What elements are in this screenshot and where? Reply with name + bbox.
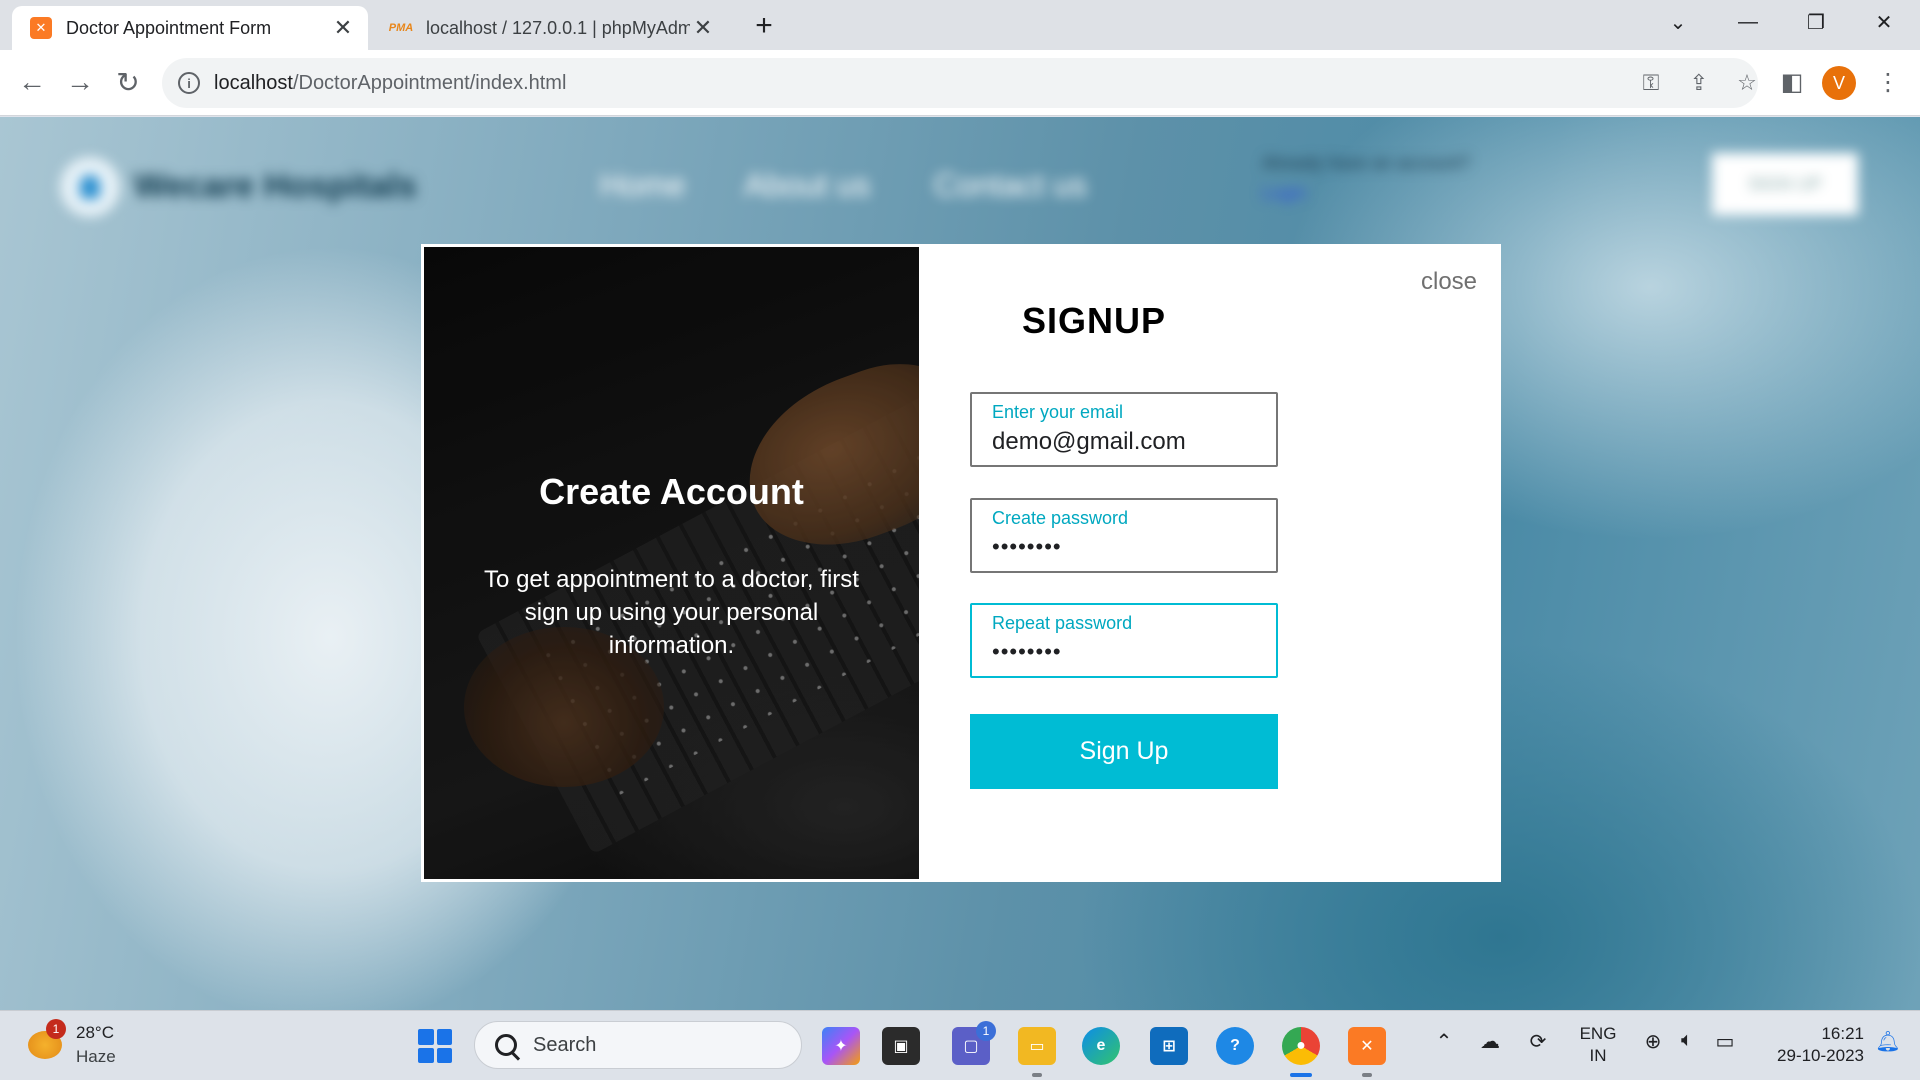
taskbar-search-label: Search xyxy=(533,1033,597,1056)
system-clock[interactable]: 16:21 29-10-2023 xyxy=(1752,1023,1864,1067)
microsoft-store-icon[interactable]: ⊞ xyxy=(1150,1027,1188,1065)
forward-arrow-icon[interactable]: → xyxy=(60,62,100,102)
taskbar-search[interactable]: Search xyxy=(474,1021,802,1069)
minimize-icon[interactable]: — xyxy=(1720,6,1776,38)
site-brand: Wecare Hospitals xyxy=(134,167,417,205)
email-value[interactable]: demo@gmail.com xyxy=(992,428,1186,456)
bookmark-star-icon[interactable]: ☆ xyxy=(1726,62,1768,104)
explorer-running-indicator xyxy=(1032,1073,1042,1077)
onedrive-icon[interactable]: ☁ xyxy=(1474,1029,1506,1054)
close-tab-icon[interactable]: ✕ xyxy=(330,15,356,41)
create-password-label: Create password xyxy=(992,508,1129,528)
close-tab-icon[interactable]: ✕ xyxy=(690,15,716,41)
search-icon xyxy=(495,1034,517,1056)
key-icon[interactable]: ⚿ xyxy=(1630,62,1672,104)
browser-toolbar: ← → ↻ i localhost/DoctorAppointment/inde… xyxy=(0,50,1920,116)
volume-icon[interactable]: 🔈︎ xyxy=(1672,1029,1702,1052)
language-region: IN xyxy=(1589,1046,1607,1065)
signup-title: SIGNUP xyxy=(1021,300,1167,341)
edge-icon[interactable]: e xyxy=(1082,1027,1120,1065)
nav-home: Home xyxy=(600,167,686,203)
network-globe-icon[interactable]: ⊕ xyxy=(1638,1029,1668,1054)
menu-kebab-icon[interactable]: ⋮ xyxy=(1868,62,1908,102)
share-icon[interactable]: ⇪ xyxy=(1678,62,1720,104)
copilot-icon[interactable]: ✦ xyxy=(822,1027,860,1065)
page-viewport: Wecare Hospitals Home About us Contact u… xyxy=(0,117,1920,1010)
signup-submit-button[interactable]: Sign Up xyxy=(970,714,1278,789)
weather-temp[interactable]: 28°C xyxy=(76,1023,114,1043)
new-tab-button[interactable]: + xyxy=(748,9,780,42)
tab-phpmyadmin[interactable]: PMA localhost / 127.0.0.1 | phpMyAdmin ✕ xyxy=(372,6,728,50)
create-password-value[interactable]: •••••••• xyxy=(992,534,1062,560)
side-panel-icon[interactable]: ◧ xyxy=(1772,62,1812,102)
create-account-title: Create Account xyxy=(539,471,804,512)
profile-avatar[interactable]: V xyxy=(1822,66,1856,100)
site-info-icon[interactable]: i xyxy=(178,72,200,94)
xampp-taskbar-icon[interactable]: ✕ xyxy=(1348,1027,1386,1065)
weather-badge: 1 xyxy=(46,1019,66,1039)
chrome-icon[interactable]: ● xyxy=(1282,1027,1320,1065)
url-host: localhost xyxy=(214,71,293,94)
repeat-password-value[interactable]: •••••••• xyxy=(992,639,1062,665)
clock-date: 29-10-2023 xyxy=(1777,1046,1864,1065)
language-indicator[interactable]: ENG IN xyxy=(1578,1023,1618,1067)
sync-icon[interactable]: ⟳ xyxy=(1522,1029,1554,1054)
hospital-logo-icon xyxy=(60,157,120,217)
browser-tab-bar: ✕ Doctor Appointment Form ✕ PMA localhos… xyxy=(0,0,1920,50)
blurred-site-header: Wecare Hospitals Home About us Contact u… xyxy=(0,117,1920,257)
header-signup-button: SIGN UP xyxy=(1712,153,1858,215)
xampp-running-indicator xyxy=(1362,1073,1372,1077)
windows-taskbar: 1 28°C Haze Search ✦ ▣ ▢ 1 ▭ e ⊞ ? ● ✕ ⌃… xyxy=(0,1010,1920,1080)
back-arrow-icon[interactable]: ← xyxy=(12,62,52,102)
reload-icon[interactable]: ↻ xyxy=(108,62,148,102)
file-explorer-icon[interactable]: ▭ xyxy=(1018,1027,1056,1065)
show-hidden-icons-icon[interactable]: ⌃ xyxy=(1430,1029,1458,1054)
url-text[interactable]: localhost/DoctorAppointment/index.html xyxy=(214,72,566,95)
create-password-field[interactable]: Create password •••••••• xyxy=(970,498,1278,573)
notification-bell-icon[interactable]: 🔔︎ xyxy=(1872,1029,1904,1054)
windows-start-icon[interactable] xyxy=(418,1029,452,1063)
nav-about: About us xyxy=(744,167,871,203)
tab-title: localhost / 127.0.0.1 | phpMyAdmin xyxy=(426,17,690,38)
modal-image-panel: Create Account To get appointment to a d… xyxy=(424,247,919,879)
weather-condition[interactable]: Haze xyxy=(76,1047,116,1067)
teams-badge: 1 xyxy=(976,1021,996,1041)
nav-contact: Contact us xyxy=(934,167,1087,203)
pma-icon: PMA xyxy=(388,22,414,34)
language-code: ENG xyxy=(1579,1024,1617,1043)
chrome-active-indicator xyxy=(1290,1073,1312,1077)
email-label: Enter your email xyxy=(992,402,1124,422)
task-view-icon[interactable]: ▣ xyxy=(882,1027,920,1065)
tab-search-icon[interactable]: ⌄ xyxy=(1650,6,1706,38)
clock-time: 16:21 xyxy=(1821,1024,1864,1043)
account-prompt: Already have an account? xyxy=(1262,153,1471,173)
close-button[interactable]: close xyxy=(1421,268,1477,296)
get-help-icon[interactable]: ? xyxy=(1216,1027,1254,1065)
xampp-icon: ✕ xyxy=(30,17,52,39)
address-bar[interactable]: i localhost/DoctorAppointment/index.html… xyxy=(162,58,1758,108)
battery-icon[interactable]: ▭ xyxy=(1708,1029,1742,1054)
signup-modal: Create Account To get appointment to a d… xyxy=(421,244,1501,882)
login-link: Login xyxy=(1262,183,1307,203)
repeat-password-field[interactable]: Repeat password •••••••• xyxy=(970,603,1278,678)
url-path: /DoctorAppointment/index.html xyxy=(292,71,567,94)
tab-doctor-appointment[interactable]: ✕ Doctor Appointment Form ✕ xyxy=(12,6,368,50)
email-field[interactable]: Enter your email demo@gmail.com xyxy=(970,392,1278,467)
repeat-password-label: Repeat password xyxy=(992,613,1133,633)
close-window-icon[interactable]: ✕ xyxy=(1856,6,1912,38)
create-account-text: To get appointment to a doctor, first si… xyxy=(484,566,859,659)
restore-icon[interactable]: ❐ xyxy=(1788,6,1844,38)
tab-title: Doctor Appointment Form xyxy=(66,17,272,38)
